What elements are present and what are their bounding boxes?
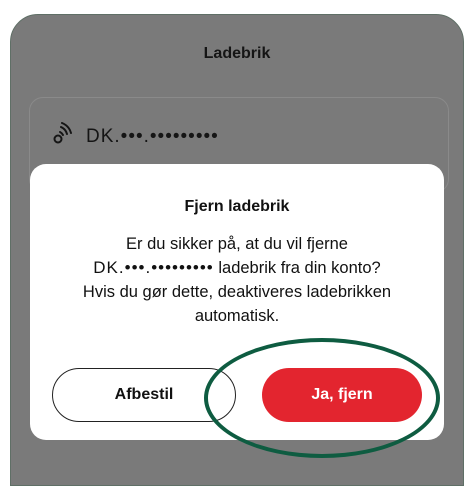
dialog-message-line: automatisk.	[194, 307, 280, 325]
remove-card-dialog: Fjern ladebrik Er du sikker på, at du vi…	[30, 164, 444, 440]
card-number: DK.•••.•••••••••	[86, 126, 219, 147]
dialog-message-line: Hvis du gør dette, deaktiveres ladebrikk…	[82, 283, 392, 301]
dialog-message-text: ladebrik fra din konto?	[213, 259, 381, 277]
dialog-title: Fjern ladebrik	[184, 198, 290, 215]
dialog-message: Er du sikker på, at du vil fjerne DK.•••…	[42, 232, 432, 328]
confirm-remove-button[interactable]: Ja, fjern	[262, 368, 422, 422]
dialog-message-line: Er du sikker på, at du vil fjerne	[126, 235, 348, 253]
dialog-message-line: DK.•••.••••••••• ladebrik fra din konto?	[42, 256, 432, 280]
contactless-icon	[53, 122, 72, 144]
cancel-button[interactable]: Afbestil	[52, 368, 236, 422]
masked-card-number: DK.•••.•••••••••	[93, 258, 214, 277]
sheet-title: Ladebrik	[203, 45, 271, 62]
